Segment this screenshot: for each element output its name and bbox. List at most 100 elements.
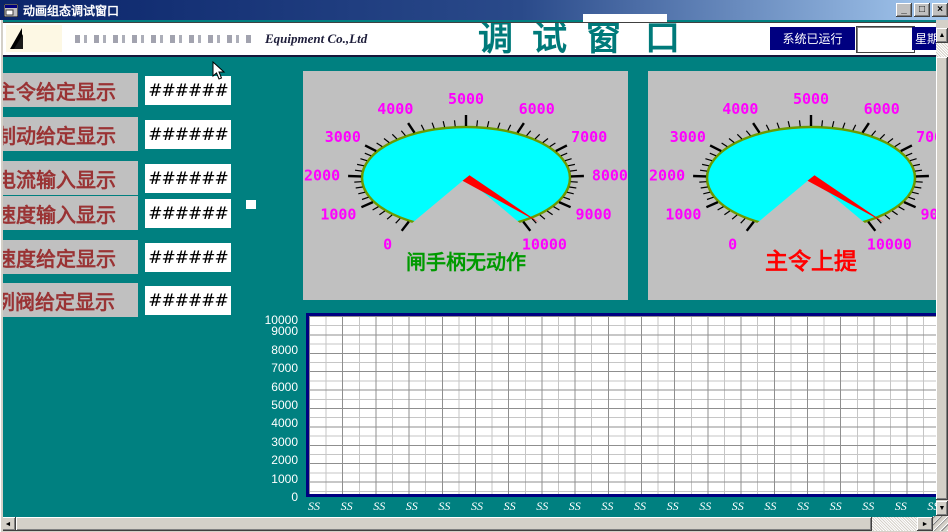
svg-text:6000: 6000 [864, 100, 900, 118]
x-tick-label: SS [308, 499, 320, 514]
gauge-master-command: 0100020003000400050006000700080009000100… [648, 71, 936, 300]
x-tick-label: SS [504, 499, 516, 514]
big-title-char: 试 [532, 22, 567, 57]
window-left-border [0, 20, 3, 532]
gauge-brake-handle: 0 1000 2000 3000 4000 5000 6000 7000 8000 9000 100… [303, 71, 628, 300]
y-tick-label: 4000 [258, 416, 298, 430]
display-label-row1: 主令给定显示 [0, 73, 138, 107]
header-highlight-patch [583, 14, 667, 22]
x-tick-label: SS [764, 499, 776, 514]
display-label-row4: 速度输入显示 [0, 196, 138, 230]
svg-text:闸手柄无动作: 闸手柄无动作 [406, 250, 526, 274]
y-tick-label: 0 [258, 490, 298, 504]
display-label-row6: 比例阀给定显示 [0, 283, 138, 317]
y-tick-label: 6000 [258, 380, 298, 394]
y-tick-label: 8000 [258, 343, 298, 357]
svg-text:4000: 4000 [722, 100, 758, 118]
display-value-row2: ###### [145, 120, 231, 149]
y-tick-label: 3000 [258, 435, 298, 449]
y-tick-label: 2000 [258, 453, 298, 467]
svg-text:9000: 9000 [576, 206, 612, 224]
display-value-row3: ###### [145, 164, 231, 193]
weekday-label: 星期 [912, 27, 939, 50]
svg-text:0: 0 [728, 235, 737, 253]
svg-text:0: 0 [383, 235, 392, 253]
display-label-row5: 速度给定显示 [0, 240, 138, 274]
svg-text:6000: 6000 [519, 100, 555, 118]
big-title-char: 窗 [586, 22, 621, 57]
svg-text:主令上提: 主令上提 [765, 248, 858, 275]
scroll-up-button[interactable]: ▲ [936, 28, 948, 43]
y-tick-label: 7000 [258, 361, 298, 375]
x-tick-label: SS [601, 499, 613, 514]
window-icon [4, 4, 18, 17]
x-tick-label: SS [895, 499, 907, 514]
x-tick-label: SS [373, 499, 385, 514]
x-tick-label: SS [406, 499, 418, 514]
display-value-row6: ###### [145, 286, 231, 315]
svg-text:1000: 1000 [665, 206, 701, 224]
vertical-scrollbar-thumb[interactable] [936, 57, 948, 500]
chart-x-axis: SS SS SS SS SS SS SS SS SS SS SS SS SS SS SS SS SS SS SS SS [306, 499, 936, 514]
display-label-row3: 电流输入显示 [0, 161, 138, 195]
minimize-button[interactable]: _ [896, 3, 912, 17]
scroll-right-button[interactable]: ► [917, 517, 933, 531]
x-tick-label: SS [830, 499, 842, 514]
close-button[interactable]: × [932, 3, 948, 17]
app-window: 动画组态调试窗口 _ □ × Equipment Co.,Ltd 调 试 窗 口… [0, 0, 948, 532]
run-time-field[interactable] [857, 27, 914, 52]
chart-y-axis: 1000090008000700060005000400030002000100… [258, 313, 302, 508]
y-tick-label: 1000 [258, 472, 298, 486]
svg-text:8000: 8000 [592, 167, 628, 185]
svg-text:10000: 10000 [522, 235, 567, 253]
blurred-company-text [75, 35, 253, 43]
svg-text:3000: 3000 [670, 128, 706, 146]
mouse-cursor [212, 61, 226, 81]
svg-text:2000: 2000 [304, 167, 340, 185]
maximize-button[interactable]: □ [914, 3, 930, 17]
x-tick-label: SS [862, 499, 874, 514]
svg-text:5000: 5000 [448, 90, 484, 108]
x-tick-label: SS [341, 499, 353, 514]
x-tick-label: SS [536, 499, 548, 514]
svg-text:4000: 4000 [377, 100, 413, 118]
svg-text:2000: 2000 [649, 167, 685, 185]
gauge-meter: 0 1000 2000 3000 4000 5000 6000 7000 8000 9000 100… [303, 71, 628, 286]
trend-chart-plot [306, 313, 936, 497]
x-tick-label: SS [797, 499, 809, 514]
display-value-row5: ###### [145, 243, 231, 272]
svg-text:7000: 7000 [571, 128, 607, 146]
x-tick-label: SS [732, 499, 744, 514]
system-running-label: 系统已运行 [770, 27, 855, 50]
svg-text:5000: 5000 [793, 90, 829, 108]
resize-grip[interactable] [933, 516, 948, 531]
svg-text:7000: 7000 [916, 128, 936, 146]
company-logo [6, 25, 62, 52]
horizontal-scrollbar-thumb[interactable] [16, 517, 872, 531]
company-name: Equipment Co.,Ltd [265, 31, 367, 47]
svg-text:10000: 10000 [867, 235, 912, 253]
display-value-row4: ###### [145, 199, 231, 228]
x-tick-label: SS [438, 499, 450, 514]
x-tick-label: SS [667, 499, 679, 514]
window-title: 动画组态调试窗口 [23, 2, 119, 19]
x-tick-label: SS [569, 499, 581, 514]
x-tick-label: SS [471, 499, 483, 514]
x-tick-label: SS [634, 499, 646, 514]
svg-text:9000: 9000 [921, 206, 936, 224]
gauge-meter: 0100020003000400050006000700080009000100… [648, 71, 936, 286]
x-tick-label: SS [699, 499, 711, 514]
x-tick-label: SS [927, 499, 936, 514]
y-tick-label: 5000 [258, 398, 298, 412]
vertical-scrollbar-track[interactable] [936, 43, 948, 57]
svg-text:3000: 3000 [325, 128, 361, 146]
indicator-square [246, 200, 256, 209]
y-tick-label: 9000 [258, 324, 298, 338]
big-title-char: 调 [478, 22, 513, 57]
display-label-row2: 制动给定显示 [0, 117, 138, 151]
window-titlebar[interactable]: 动画组态调试窗口 [0, 0, 948, 20]
svg-text:1000: 1000 [320, 206, 356, 224]
horizontal-scrollbar-track[interactable] [872, 517, 917, 531]
scroll-down-button[interactable]: ▼ [936, 501, 948, 516]
big-title-char: 口 [645, 22, 680, 57]
